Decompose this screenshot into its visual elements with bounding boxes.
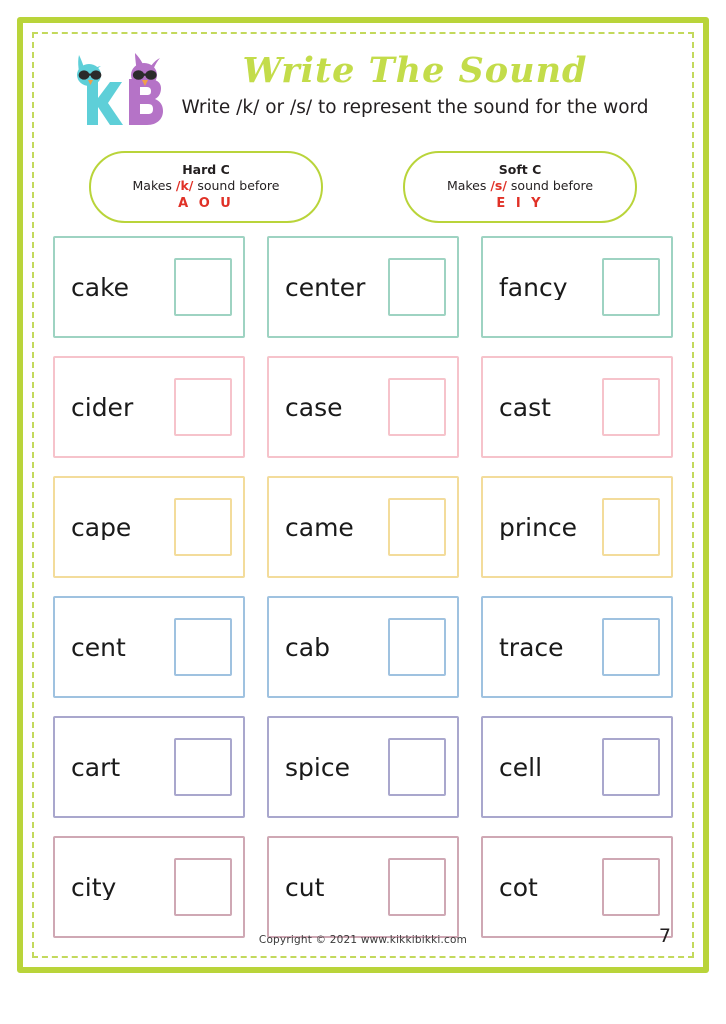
word-card[interactable]: city (53, 836, 245, 938)
word-card[interactable]: cent (53, 596, 245, 698)
rule-desc-suffix-soft-c: sound before (506, 178, 594, 194)
worksheet-content: Write The Sound Write /k/ or /s/ to repr… (23, 23, 703, 967)
rule-desc-prefix-hard-c: Makes (132, 178, 176, 194)
word-card[interactable]: cart (53, 716, 245, 818)
rule-card-hard-c: Hard C Makes /k/ sound before A O U (89, 151, 323, 223)
answer-input-box[interactable] (602, 618, 660, 676)
word-label: cell (499, 754, 543, 780)
word-label: cart (71, 754, 121, 780)
worksheet-page: Write The Sound Write /k/ or /s/ to repr… (17, 17, 709, 973)
word-label: prince (499, 514, 578, 540)
answer-input-box[interactable] (602, 378, 660, 436)
answer-input-box[interactable] (602, 258, 660, 316)
answer-input-box[interactable] (388, 498, 446, 556)
answer-input-box[interactable] (388, 258, 446, 316)
word-card[interactable]: trace (481, 596, 673, 698)
rule-title-soft-c: Soft C (498, 161, 542, 177)
word-card[interactable]: spice (267, 716, 459, 818)
rule-description-soft-c: Makes /s/ sound before (447, 177, 593, 196)
word-label: cake (71, 274, 130, 300)
rule-sound-hard-c: /k/ (175, 178, 194, 194)
answer-input-box[interactable] (174, 738, 232, 796)
word-label: case (285, 394, 343, 420)
word-card[interactable]: prince (481, 476, 673, 578)
answer-input-box[interactable] (388, 858, 446, 916)
word-label: fancy (499, 274, 568, 300)
word-label: cot (499, 874, 538, 900)
word-label: came (285, 514, 354, 540)
word-label: cab (285, 634, 330, 660)
word-label: cut (285, 874, 325, 900)
answer-input-box[interactable] (388, 738, 446, 796)
word-card[interactable]: cut (267, 836, 459, 938)
rule-description-hard-c: Makes /k/ sound before (133, 177, 280, 196)
word-card[interactable]: center (267, 236, 459, 338)
page-title: Write The Sound (242, 50, 588, 91)
page-subtitle: Write /k/ or /s/ to represent the sound … (181, 97, 649, 118)
answer-input-box[interactable] (174, 498, 232, 556)
answer-input-box[interactable] (174, 378, 232, 436)
word-card[interactable]: cape (53, 476, 245, 578)
word-label: cider (71, 394, 134, 420)
answer-input-box[interactable] (174, 858, 232, 916)
word-label: trace (499, 634, 564, 660)
rule-letters-soft-c: E I Y (496, 196, 544, 212)
answer-input-box[interactable] (602, 498, 660, 556)
rule-title-hard-c: Hard C (182, 161, 230, 177)
word-label: center (285, 274, 366, 300)
copyright-text: Copyright © 2021 www.kikkibikki.com (258, 934, 468, 946)
word-card[interactable]: cab (267, 596, 459, 698)
word-card[interactable]: fancy (481, 236, 673, 338)
page-number: 7 (658, 925, 671, 947)
word-card[interactable]: cell (481, 716, 673, 818)
rule-sound-soft-c: /s/ (490, 178, 507, 194)
word-card[interactable]: cast (481, 356, 673, 458)
answer-input-box[interactable] (174, 258, 232, 316)
word-card-grid: cake center fancy cider case cast cape came prin… (47, 236, 679, 938)
word-label: cast (499, 394, 551, 420)
answer-input-box[interactable] (174, 618, 232, 676)
word-label: city (71, 874, 117, 900)
word-card[interactable]: cot (481, 836, 673, 938)
answer-input-box[interactable] (602, 858, 660, 916)
word-card[interactable]: cake (53, 236, 245, 338)
answer-input-box[interactable] (388, 618, 446, 676)
rule-desc-prefix-soft-c: Makes (446, 178, 491, 194)
word-label: cent (71, 634, 126, 660)
worksheet-footer: Copyright © 2021 www.kikkibikki.com 7 (47, 925, 679, 953)
answer-input-box[interactable] (388, 378, 446, 436)
rule-letters-hard-c: A O U (178, 196, 234, 212)
word-card[interactable]: cider (53, 356, 245, 458)
rule-legend: Hard C Makes /k/ sound before A O U Soft… (47, 151, 679, 223)
word-label: spice (285, 754, 350, 780)
word-card[interactable]: came (267, 476, 459, 578)
rule-desc-suffix-hard-c: sound before (193, 178, 280, 194)
answer-input-box[interactable] (602, 738, 660, 796)
rule-card-soft-c: Soft C Makes /s/ sound before E I Y (403, 151, 637, 223)
word-card[interactable]: case (267, 356, 459, 458)
worksheet-header: Write The Sound Write /k/ or /s/ to repr… (47, 39, 679, 147)
title-block: Write The Sound Write /k/ or /s/ to repr… (151, 39, 679, 118)
word-label: cape (71, 514, 132, 540)
